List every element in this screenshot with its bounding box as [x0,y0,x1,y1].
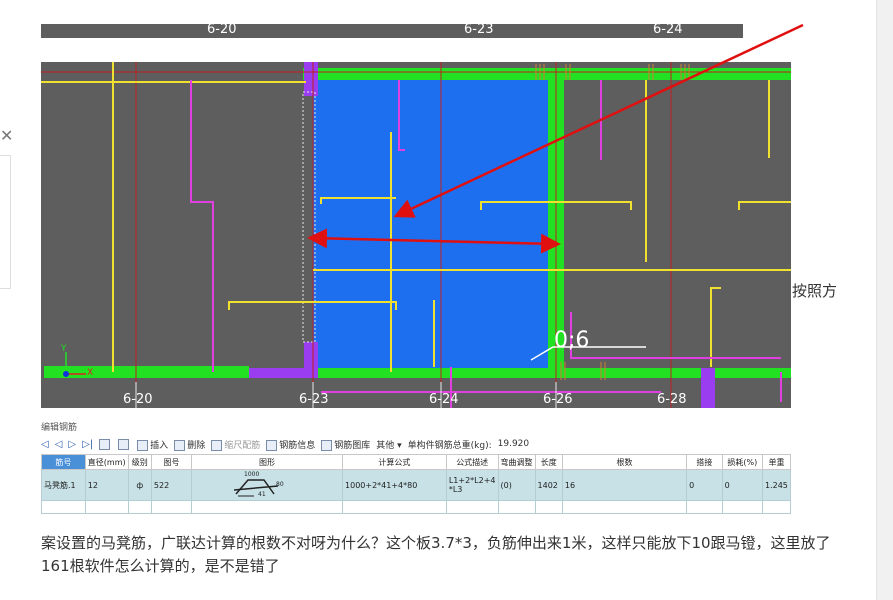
col-header[interactable]: 根数 [561,454,688,470]
col-header[interactable]: 长度 [534,454,563,470]
col-header[interactable]: 计算公式 [342,454,447,470]
delete-button[interactable]: 删除 [174,438,205,451]
first-icon[interactable]: ◁ [41,439,49,450]
total-weight-label: 单构件钢筋总重(kg): [407,440,492,451]
table-row-empty[interactable] [41,500,792,514]
info-icon [266,439,278,451]
post-text: 案设置的马凳筋，广联达计算的根数不对呀为什么？这个板3.7*3，负筋伸出来1米，… [41,534,831,575]
table-row[interactable]: 马凳筋.1 12 ф 522 1000 80 41 1000+2*41+4*80… [41,469,792,501]
col-header[interactable]: 搭接 [686,454,723,470]
cell-unit-weight[interactable]: 1.245 [761,469,792,501]
col-header[interactable]: 筋号 [41,454,86,470]
panel-title: 编辑钢筋 [41,423,78,433]
cell-formula[interactable]: 1000+2*41+4*80 [342,469,447,501]
rebar-library-button[interactable]: 钢筋图库 [321,438,370,451]
move-down-icon[interactable] [118,438,130,450]
cell-length[interactable]: 1402 [534,469,563,501]
last-icon[interactable]: ▷| [82,439,93,450]
col-header[interactable]: 图形 [191,454,344,470]
rebar-toolbar: ◁ ◁ ▷ ▷| 插入 删除 缩尺配筋 钢筋信息 钢筋图库 其他 ▾ 单构件钢筋… [41,436,791,452]
col-header[interactable]: 公式描述 [445,454,499,470]
rebar-table: 筋号 直径(mm) 级别 图号 图形 计算公式 公式描述 弯曲调整 长度 根数 … [41,454,792,514]
arrow-pointer [393,23,804,218]
cell-grade[interactable]: ф [127,469,152,501]
cell-count[interactable]: 16 [561,469,688,501]
col-header[interactable]: 单重 [761,454,792,470]
rebar-edit-panel: 编辑钢筋 ◁ ◁ ▷ ▷| 插入 删除 缩尺配筋 钢筋信息 钢筋图库 其他 ▾ … [41,418,792,514]
cell-loss[interactable]: 0 [721,469,763,501]
insert-button[interactable]: 插入 [137,438,168,451]
cell-figure-no[interactable]: 522 [150,469,193,501]
col-header[interactable]: 级别 [127,454,152,470]
cell-diameter[interactable]: 12 [84,469,129,501]
cell-name[interactable]: 马凳筋.1 [41,469,86,501]
cell-lap[interactable]: 0 [686,469,723,501]
cell-formula-desc[interactable]: L1+2*L2+4 *L3 [445,469,499,501]
prev-icon[interactable]: ◁ [55,439,63,450]
library-icon [321,439,333,451]
col-header[interactable]: 损耗(%) [721,454,763,470]
move-up-icon[interactable] [99,438,111,450]
col-header[interactable]: 弯曲调整 [497,454,536,470]
col-header[interactable]: 直径(mm) [84,454,129,470]
next-icon[interactable]: ▷ [68,439,76,450]
col-header[interactable]: 图号 [150,454,193,470]
scale-icon [211,439,223,451]
cell-shape[interactable]: 1000 80 41 [191,469,344,501]
rebar-info-button[interactable]: 钢筋信息 [266,438,315,451]
table-header: 筋号 直径(mm) 级别 图号 图形 计算公式 公式描述 弯曲调整 长度 根数 … [41,454,792,470]
cell-bend-adjust[interactable]: (0) [497,469,536,501]
total-weight-value: 19.920 [497,439,530,449]
rebar-shape-icon [234,479,279,497]
insert-icon [137,439,149,451]
arrow-span [307,228,561,254]
other-menu[interactable]: 其他 ▾ [376,438,401,451]
scale-rebar-button[interactable]: 缩尺配筋 [211,438,260,451]
delete-icon [174,439,186,451]
